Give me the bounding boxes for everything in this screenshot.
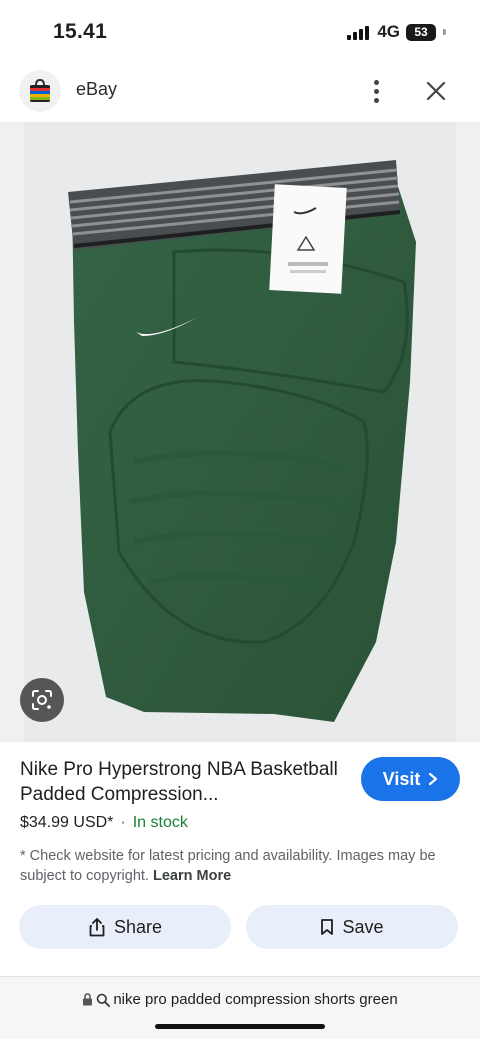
url-row[interactable]: nike pro padded compression shorts green (0, 991, 480, 1008)
share-icon (89, 918, 105, 937)
battery-level: 53 (414, 25, 428, 39)
share-label: Share (113, 916, 163, 937)
ebay-bag-icon[interactable] (19, 70, 61, 112)
more-options-icon[interactable] (362, 75, 390, 107)
signal-icon (347, 24, 370, 40)
close-icon[interactable] (420, 75, 452, 107)
save-label: Save (342, 916, 384, 937)
url-bar[interactable]: nike pro padded compression shorts green (0, 976, 480, 1039)
bookmark-icon (321, 919, 334, 935)
search-icon (97, 993, 111, 1007)
source-header: eBay (0, 66, 480, 116)
product-price: $34.99 USD* (20, 814, 114, 831)
save-button[interactable]: Save (246, 905, 458, 949)
lock-icon (83, 993, 93, 1006)
status-bar: 15.41 4G 53 (0, 0, 480, 62)
chevron-right-icon (429, 772, 438, 786)
status-indicators: 4G 53 (347, 22, 446, 42)
image-area (0, 122, 480, 742)
search-query: nike pro padded compression shorts green (113, 991, 398, 1008)
status-time: 15.41 (53, 20, 108, 43)
battery-cap (443, 29, 446, 35)
battery-icon: 53 (406, 23, 436, 41)
site-name[interactable]: eBay (76, 79, 117, 100)
product-title[interactable]: Nike Pro Hyperstrong NBA Basketball Padd… (20, 757, 350, 807)
learn-more-link[interactable]: Learn More (153, 868, 231, 884)
home-indicator[interactable] (155, 1024, 325, 1029)
visit-button[interactable]: Visit (361, 757, 460, 801)
disclaimer: * Check website for latest pricing and a… (20, 846, 460, 886)
price-row: $34.99 USD* · In stock (20, 814, 188, 832)
lens-icon[interactable] (20, 678, 64, 722)
network-type: 4G (377, 22, 400, 41)
share-button[interactable]: Share (19, 905, 231, 949)
stock-status: In stock (132, 814, 188, 831)
separator-dot: · (120, 814, 126, 831)
product-image[interactable] (24, 122, 456, 742)
visit-label: Visit (382, 768, 421, 789)
